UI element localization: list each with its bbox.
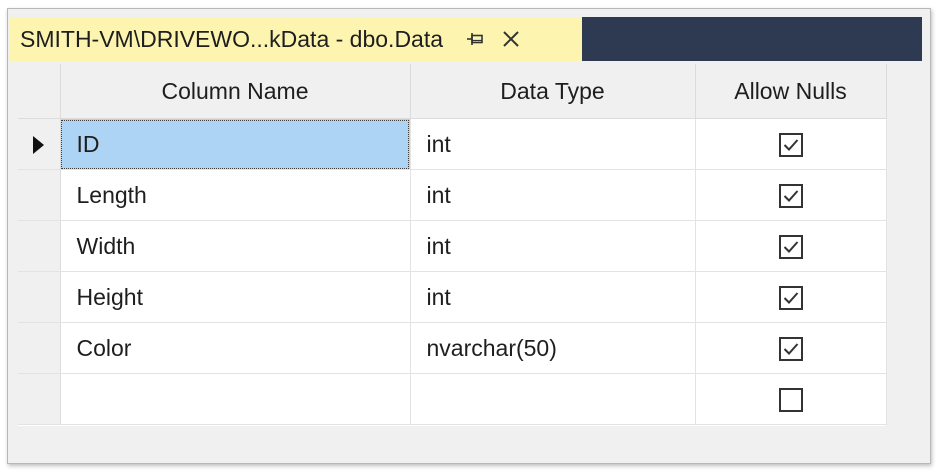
allow-nulls-cell: [695, 118, 887, 170]
allow-nulls-checkbox-checked[interactable]: [778, 286, 803, 311]
table-row[interactable]: Width int: [18, 220, 887, 272]
allow-nulls-cell: [695, 271, 887, 323]
allow-nulls-checkbox-checked[interactable]: [778, 337, 803, 362]
column-name-cell[interactable]: ID: [60, 118, 411, 170]
allow-nulls-header: Allow Nulls: [695, 64, 887, 119]
document-tab[interactable]: SMITH-VM\DRIVEWO...kData - dbo.Data: [10, 17, 582, 61]
allow-nulls-checkbox-checked[interactable]: [778, 184, 803, 209]
pin-icon[interactable]: [465, 29, 485, 49]
allow-nulls-checkbox-checked[interactable]: [778, 133, 803, 158]
current-row-arrow-icon: [33, 136, 45, 155]
document-tab-strip: SMITH-VM\DRIVEWO...kData - dbo.Data: [10, 17, 922, 61]
data-type-cell[interactable]: int: [410, 220, 696, 272]
data-type-cell[interactable]: [410, 373, 696, 425]
allow-nulls-cell: [695, 169, 887, 221]
column-name-header: Column Name: [60, 64, 411, 119]
column-name-cell[interactable]: Width: [60, 220, 411, 272]
tab-title: SMITH-VM\DRIVEWO...kData - dbo.Data: [20, 25, 444, 52]
table-row[interactable]: Length int: [18, 169, 887, 221]
row-selector[interactable]: [18, 271, 61, 323]
data-type-cell[interactable]: int: [410, 118, 696, 170]
column-name-cell[interactable]: Length: [60, 169, 411, 221]
row-selector[interactable]: [18, 169, 61, 221]
table-row[interactable]: Height int: [18, 271, 887, 323]
table-row[interactable]: [18, 373, 887, 425]
row-selector-header: [18, 64, 61, 119]
grid-header-row: Column Name Data Type Allow Nulls: [18, 64, 887, 119]
data-type-cell[interactable]: int: [410, 271, 696, 323]
row-selector[interactable]: [18, 373, 61, 425]
column-name-cell[interactable]: Color: [60, 322, 411, 374]
column-name-cell[interactable]: Height: [60, 271, 411, 323]
data-type-cell[interactable]: int: [410, 169, 696, 221]
data-type-header: Data Type: [410, 64, 696, 119]
allow-nulls-cell: [695, 322, 887, 374]
row-selector[interactable]: [18, 220, 61, 272]
column-name-cell[interactable]: [60, 373, 411, 425]
data-type-cell[interactable]: nvarchar(50): [410, 322, 696, 374]
table-designer-grid: Column Name Data Type Allow Nulls ID int L…: [18, 64, 887, 426]
allow-nulls-cell: [695, 373, 887, 425]
row-selector[interactable]: [18, 322, 61, 374]
table-row[interactable]: Color nvarchar(50): [18, 322, 887, 374]
close-icon[interactable]: [499, 27, 523, 51]
allow-nulls-checkbox-checked[interactable]: [778, 235, 803, 260]
table-row[interactable]: ID int: [18, 118, 887, 170]
allow-nulls-cell: [695, 220, 887, 272]
row-selector[interactable]: [18, 118, 61, 170]
allow-nulls-checkbox-unchecked[interactable]: [778, 388, 803, 413]
